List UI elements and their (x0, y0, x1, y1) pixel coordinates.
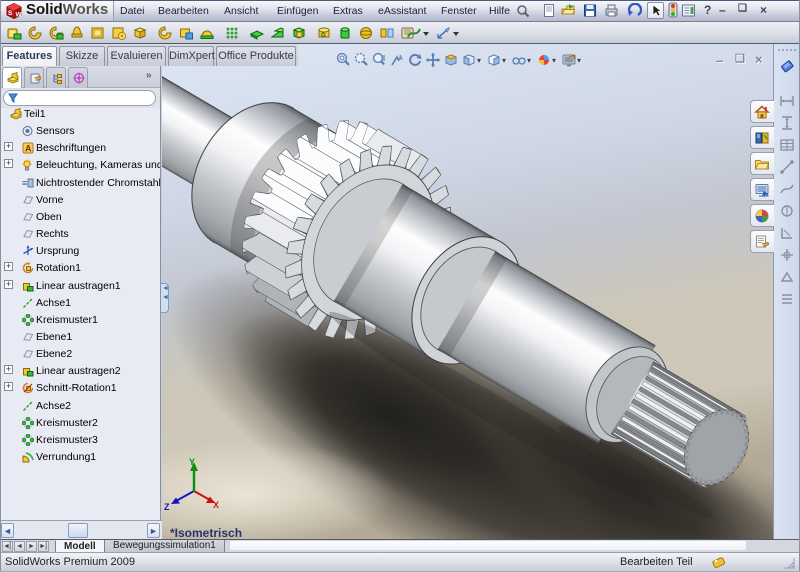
svg-text:≡: ≡ (22, 178, 27, 188)
svg-text:A: A (25, 144, 32, 154)
svg-text:W: W (16, 12, 23, 19)
svg-text:Y: Y (189, 457, 195, 467)
svg-text:*Isometrisch: *Isometrisch (170, 526, 242, 539)
svg-text:S: S (8, 10, 13, 17)
svg-text:X: X (213, 500, 219, 510)
svg-text:Z: Z (164, 502, 170, 512)
svg-text:G: G (321, 33, 326, 39)
